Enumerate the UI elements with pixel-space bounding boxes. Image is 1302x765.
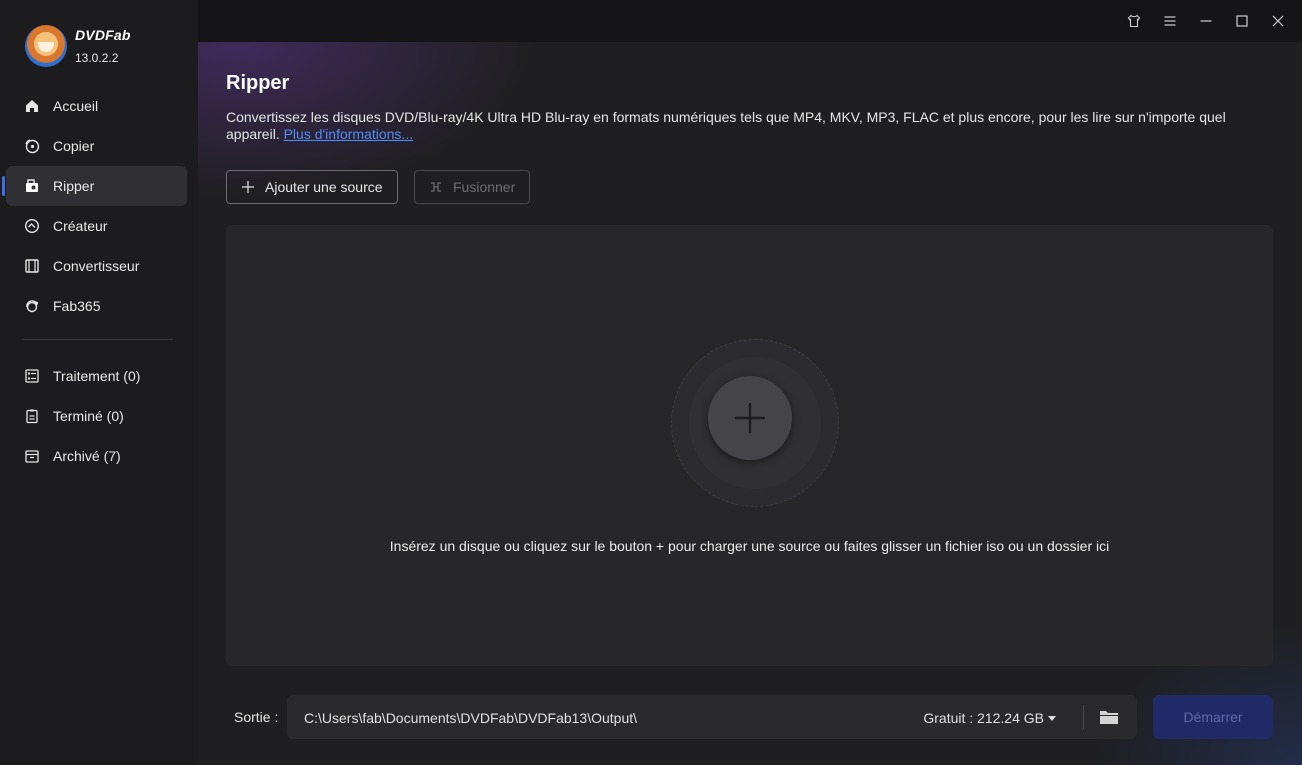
large-plus-icon [735, 403, 765, 433]
sidebar-item-label: Fab365 [53, 298, 101, 314]
sidebar: DVDFab 13.0.2.2 Accueil Copier Ripper Cr… [0, 0, 198, 765]
dvdfab-logo [25, 25, 67, 67]
free-space-text: Gratuit : 212.24 GB [923, 710, 1044, 726]
creator-icon [24, 218, 40, 234]
drop-zone[interactable]: Insérez un disque ou cliquez sur le bout… [226, 225, 1273, 666]
more-info-link[interactable]: Plus d'informations... [284, 126, 414, 142]
merge-label: Fusionner [453, 179, 516, 195]
ripper-icon [24, 178, 40, 194]
sidebar-item-copier[interactable]: Copier [6, 126, 187, 166]
brand: DVDFab 13.0.2.2 [25, 25, 131, 67]
sidebar-item-traitement[interactable]: Traitement (0) [6, 356, 187, 396]
output-separator [1083, 705, 1084, 729]
output-path-field[interactable]: C:\Users\fab\Documents\DVDFab\DVDFab13\O… [287, 695, 1137, 739]
app-version: 13.0.2.2 [75, 51, 119, 65]
sidebar-item-accueil[interactable]: Accueil [6, 86, 187, 126]
page-description: Convertissez les disques DVD/Blu-ray/4K … [226, 109, 1266, 142]
sidebar-item-label: Terminé (0) [53, 408, 124, 424]
free-space-dropdown[interactable]: Gratuit : 212.24 GB [923, 710, 1056, 726]
sidebar-item-archive[interactable]: Archivé (7) [6, 436, 187, 476]
copy-disc-icon [24, 138, 40, 154]
sidebar-item-createur[interactable]: Créateur [6, 206, 187, 246]
sidebar-item-label: Accueil [53, 98, 99, 114]
menu-icon[interactable] [1160, 11, 1180, 31]
minimize-icon[interactable] [1196, 11, 1216, 31]
merge-button[interactable]: Fusionner [414, 170, 530, 204]
sidebar-item-label: Convertisseur [53, 258, 140, 274]
drop-hint-text: Insérez un disque ou cliquez sur le bout… [389, 538, 1110, 554]
caret-down-icon [1048, 715, 1056, 721]
merge-icon [429, 180, 443, 194]
start-button[interactable]: Démarrer [1153, 695, 1273, 739]
sidebar-item-fab365[interactable]: Fab365 [6, 286, 187, 326]
archive-box-icon [24, 448, 40, 464]
add-source-button[interactable]: Ajouter une source [226, 170, 398, 204]
sidebar-item-label: Archivé (7) [53, 448, 121, 464]
sidebar-item-convertisseur[interactable]: Convertisseur [6, 246, 187, 286]
fab365-icon [24, 298, 40, 314]
plus-icon [241, 180, 255, 194]
app-name: DVDFab [75, 27, 131, 43]
main-panel: Ripper Convertissez les disques DVD/Blu-… [198, 42, 1302, 765]
output-label: Sortie : [234, 709, 279, 725]
sidebar-item-label: Traitement (0) [53, 368, 141, 384]
folder-icon[interactable] [1099, 708, 1119, 726]
page-title: Ripper [226, 72, 290, 94]
maximize-icon[interactable] [1232, 11, 1252, 31]
sidebar-item-termine[interactable]: Terminé (0) [6, 396, 187, 436]
finished-clipboard-icon [24, 408, 40, 424]
main-nav: Accueil Copier Ripper Créateur Convertis… [2, 86, 187, 326]
add-source-label: Ajouter une source [265, 179, 383, 195]
skin-shirt-icon[interactable] [1124, 11, 1144, 31]
converter-icon [24, 258, 40, 274]
sidebar-item-ripper[interactable]: Ripper [2, 166, 187, 206]
sidebar-item-label: Copier [53, 138, 95, 154]
sidebar-item-label: Ripper [53, 178, 95, 194]
output-path-text: C:\Users\fab\Documents\DVDFab\DVDFab13\O… [304, 710, 638, 726]
title-bar [198, 0, 1302, 42]
sidebar-item-label: Créateur [53, 218, 108, 234]
processing-list-icon [24, 368, 40, 384]
home-icon [24, 98, 40, 114]
queue-nav: Traitement (0) Terminé (0) Archivé (7) [6, 356, 187, 476]
add-source-plus-button[interactable] [708, 376, 792, 460]
close-icon[interactable] [1268, 11, 1288, 31]
sidebar-divider [22, 339, 173, 340]
